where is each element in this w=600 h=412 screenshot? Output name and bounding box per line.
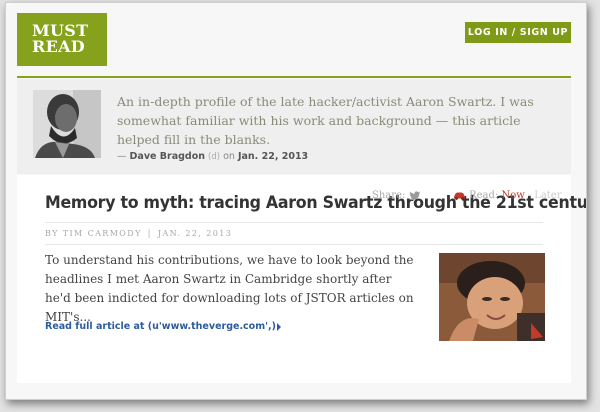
meta-dash: — [117,151,127,162]
byline-separator: | [147,229,152,238]
read-full-article-label: Read full article at (u'www.theverge.com… [45,321,276,332]
share-label: Share: [372,190,406,201]
read-dash: - [527,190,532,201]
curator-name-link[interactable]: Dave Bragdon [130,151,205,162]
chevron-right-icon [276,322,281,331]
curator-note: An in-depth profile of the late hacker/a… [17,79,571,174]
article-card: Memory to myth: tracing Aaron Swartz thr… [17,175,586,383]
read-later-link[interactable]: Later [534,190,561,201]
read-full-article-link[interactable]: Read full article at (u'www.theverge.com… [45,321,282,332]
curator-avatar[interactable] [33,90,101,158]
byline-author: BY TIM CARMODY [45,229,142,238]
article-photo [439,253,545,341]
twitter-bird-icon[interactable] [408,190,421,201]
date-prefix: on [223,151,235,162]
curator-handle[interactable]: (d) [208,152,220,162]
window-frame: MUST READ LOG IN / SIGN UP An in-depth p… [5,2,587,400]
note-date: Jan. 22, 2013 [237,151,309,162]
must-read-logo[interactable]: MUST READ [17,13,107,66]
red-car-icon [453,192,465,200]
article-thumbnail[interactable] [439,253,545,341]
curator-note-meta: — Dave Bragdon (d) on Jan. 22, 2013 [117,151,308,162]
article-summary: To understand his contributions, we have… [45,253,414,324]
avatar-photo [33,90,101,158]
curator-note-text: An in-depth profile of the late hacker/a… [117,94,534,147]
article-byline: BY TIM CARMODY | JAN. 22, 2013 [45,222,543,245]
byline-date: JAN. 22, 2013 [157,229,233,238]
read-now-link[interactable]: Now [501,190,524,201]
logo-line-2: READ [32,37,85,56]
login-signup-button[interactable]: LOG IN / SIGN UP [465,22,571,43]
share-read-bar: Share: Read: Now - Later [372,190,562,201]
header-divider [17,76,571,78]
read-label: Read: [469,190,499,201]
